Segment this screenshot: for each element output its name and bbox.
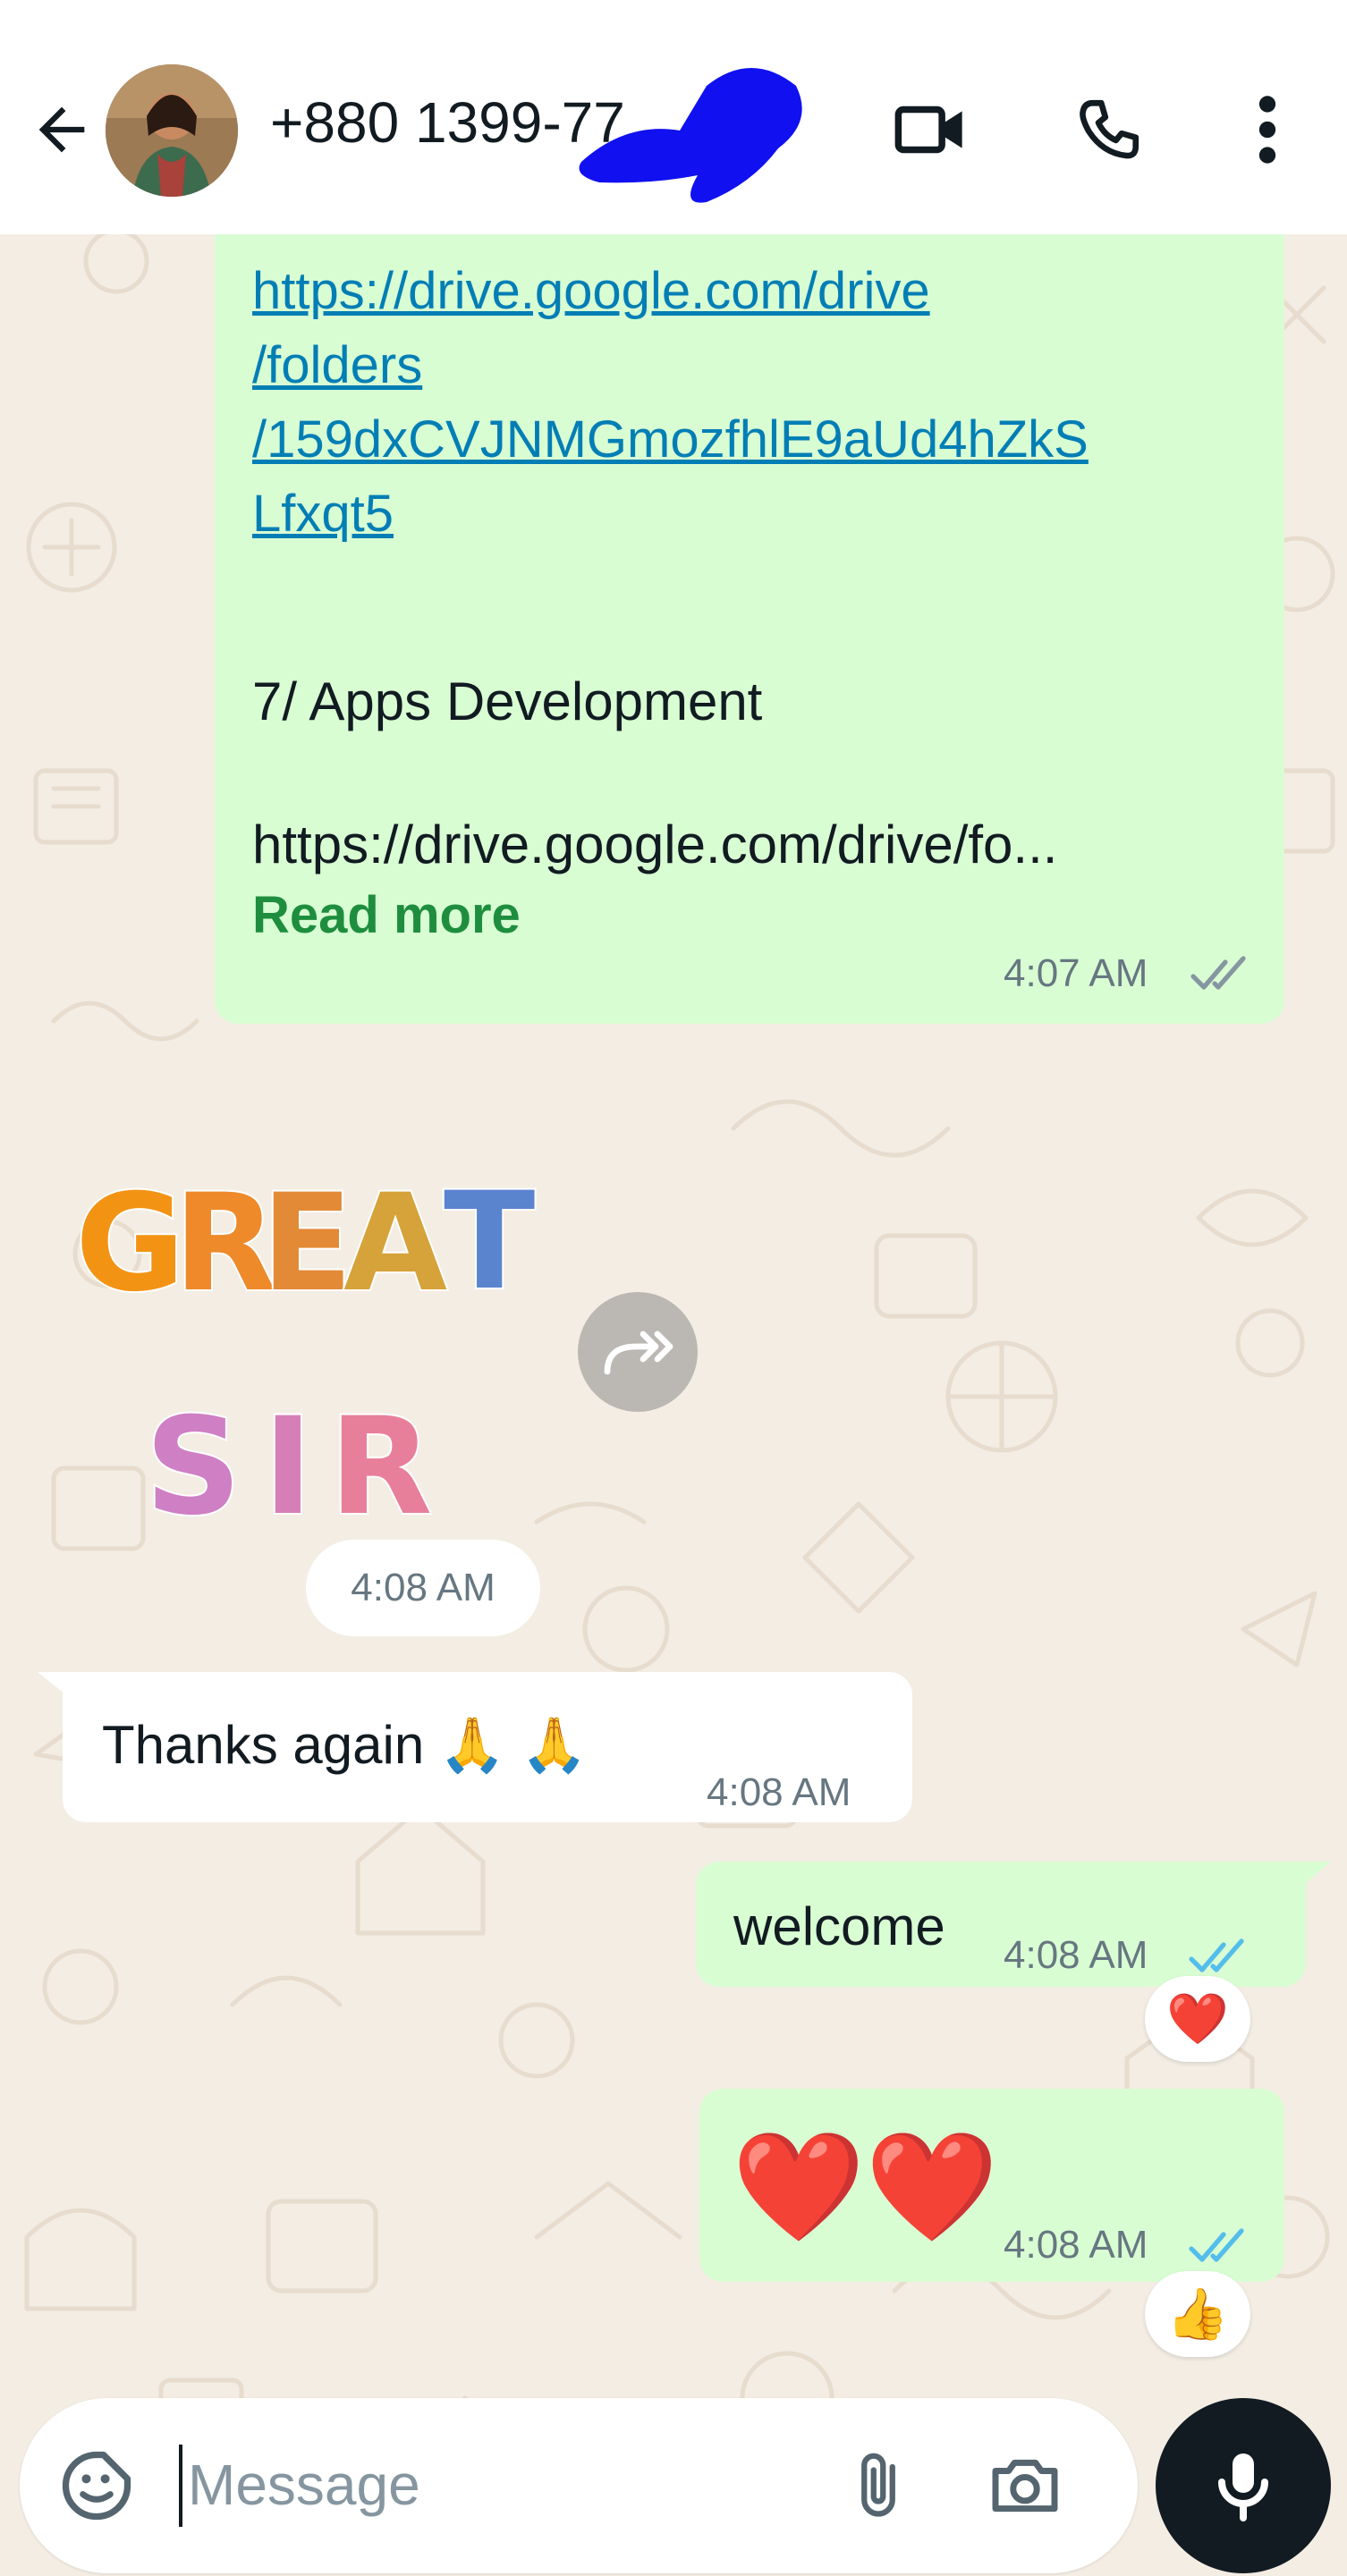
- outgoing-message-bubble[interactable]: https://drive.google.com/drive /folders …: [215, 234, 1284, 1024]
- sticker-button[interactable]: [50, 2439, 143, 2532]
- reaction-badge[interactable]: 👍: [1145, 2271, 1250, 2357]
- sticker-time-pill: 4:08 AM: [306, 1540, 540, 1636]
- sticker-image: G R E A T S I R: [73, 1162, 537, 1547]
- link-line[interactable]: /folders: [252, 328, 1272, 402]
- voice-message-button[interactable]: [1156, 2398, 1331, 2573]
- message-time: 4:07 AM: [1004, 951, 1148, 995]
- message-composer: Message: [20, 2398, 1138, 2573]
- read-more-link[interactable]: Read more: [252, 885, 521, 945]
- sticker-letter: I: [263, 1389, 313, 1545]
- camera-icon: [992, 2459, 1058, 2513]
- sticker-letter: T: [444, 1164, 535, 1320]
- avatar[interactable]: [106, 64, 238, 197]
- back-button[interactable]: [21, 89, 102, 170]
- link-line[interactable]: https://drive.google.com/drive: [252, 254, 1272, 328]
- forward-icon: [604, 1330, 674, 1375]
- more-vert-icon: [1258, 96, 1276, 164]
- forward-button[interactable]: [578, 1292, 698, 1412]
- sticker-letter: S: [145, 1389, 241, 1545]
- sticker-letter: E: [261, 1166, 352, 1322]
- sticker-letter: R: [329, 1389, 433, 1545]
- message-time: 4:08 AM: [351, 1566, 496, 1609]
- message-link[interactable]: https://drive.google.com/drive /folders …: [252, 254, 1272, 551]
- sticker-icon: [62, 2451, 131, 2521]
- video-call-button[interactable]: [885, 89, 975, 170]
- message-text: 7/ Apps Development: [252, 671, 763, 731]
- bubble-tail: [38, 1672, 64, 1693]
- link-line[interactable]: /159dxCVJNMGmozfhlE9aUd4hZkS: [252, 402, 1272, 477]
- voice-call-button[interactable]: [1064, 89, 1154, 170]
- double-check-icon: [1190, 956, 1246, 990]
- back-arrow-icon: [38, 106, 85, 153]
- message-text: ❤️❤️: [732, 2127, 999, 2247]
- text-cursor: [179, 2445, 182, 2527]
- redaction-scribble: [579, 68, 802, 203]
- attach-icon: [861, 2453, 895, 2517]
- incoming-message-bubble[interactable]: Thanks again 🙏 🙏 4:08 AM: [63, 1672, 912, 1822]
- message-time: 4:08 AM: [1004, 1933, 1148, 1977]
- read-receipt-icon: [1189, 2228, 1244, 2262]
- sticker-letter: A: [343, 1166, 447, 1322]
- message-text: welcome: [733, 1896, 945, 1956]
- mic-icon: [1218, 2454, 1268, 2521]
- camera-button[interactable]: [978, 2439, 1072, 2532]
- video-call-icon: [894, 106, 962, 154]
- whatsapp-chat-screen: +880 1399-77 https://drive.google.com/dr…: [0, 0, 1347, 2576]
- attach-button[interactable]: [832, 2439, 925, 2532]
- more-options-button[interactable]: [1227, 89, 1308, 170]
- message-list[interactable]: https://drive.google.com/drive /folders …: [0, 234, 1347, 2576]
- chat-header: +880 1399-77: [0, 0, 1347, 234]
- message-time: 4:08 AM: [1004, 2223, 1148, 2267]
- reaction-badge[interactable]: ❤️: [1145, 1976, 1250, 2062]
- sticker-letter: G: [75, 1166, 185, 1322]
- phone-icon: [1080, 99, 1139, 159]
- message-time: 4:08 AM: [707, 1770, 851, 1814]
- read-receipt-icon: [1189, 1938, 1244, 1972]
- bubble-tail: [1306, 1862, 1331, 1883]
- message-text: https://drive.google.com/drive/fo...: [252, 815, 1058, 874]
- outgoing-message-bubble[interactable]: welcome 4:08 AM: [696, 1862, 1306, 1987]
- message-text: Thanks again 🙏 🙏: [102, 1715, 588, 1775]
- sticker-message[interactable]: G R E A T S I R: [73, 1162, 558, 1549]
- message-input[interactable]: Message: [188, 2452, 420, 2518]
- outgoing-message-bubble[interactable]: ❤️❤️ 4:08 AM: [699, 2089, 1284, 2282]
- link-line[interactable]: Lfxqt5: [252, 477, 1272, 551]
